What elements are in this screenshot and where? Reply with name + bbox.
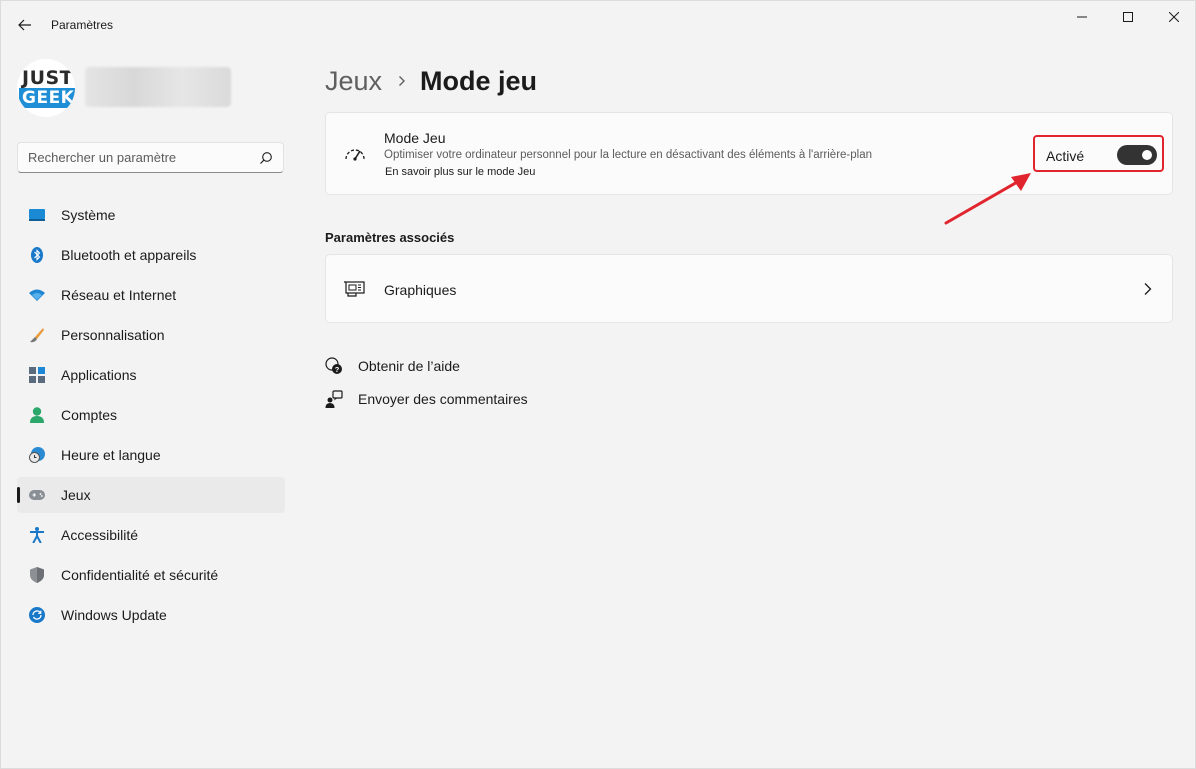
get-help-link[interactable]: ? Obtenir de l’aide: [325, 355, 460, 377]
close-button[interactable]: [1151, 1, 1196, 33]
sidebar-nav: Système Bluetooth et appareils Réseau et…: [17, 197, 285, 637]
minimize-button[interactable]: [1059, 1, 1105, 33]
sidebar-item-network[interactable]: Réseau et Internet: [17, 277, 285, 313]
breadcrumb: Jeux Mode jeu: [325, 61, 537, 101]
page-title: Mode jeu: [420, 65, 538, 96]
toggle-knob: [1142, 150, 1152, 160]
apps-icon: [29, 367, 45, 383]
chevron-right-icon: [1144, 283, 1152, 295]
sidebar-item-label: Réseau et Internet: [61, 287, 177, 303]
sidebar-item-label: Bluetooth et appareils: [61, 247, 197, 263]
back-button[interactable]: [13, 13, 37, 37]
toggle-state-label: Activé: [1046, 148, 1085, 164]
wifi-icon: [29, 287, 45, 303]
profile-section[interactable]: JUST GEEK: [17, 59, 287, 119]
feedback-icon: [325, 390, 343, 408]
logo-text-bottom: GEEK: [19, 88, 75, 108]
search-box: [17, 142, 284, 173]
annotation-arrow-icon: [944, 173, 1031, 225]
maximize-icon: [1123, 12, 1133, 22]
sidebar-item-windows-update[interactable]: Windows Update: [17, 597, 285, 633]
graphics-label: Graphiques: [384, 282, 457, 298]
settings-window: Paramètres JUST GEEK Système: [0, 0, 1196, 769]
accessibility-icon: [29, 527, 45, 543]
sidebar-item-apps[interactable]: Applications: [17, 357, 285, 393]
sidebar-item-accounts[interactable]: Comptes: [17, 397, 285, 433]
profile-name-blurred: [85, 67, 231, 107]
graphics-card[interactable]: Graphiques: [325, 254, 1173, 323]
maximize-button[interactable]: [1105, 1, 1151, 33]
avatar: JUST GEEK: [17, 59, 75, 117]
sidebar-item-label: Applications: [61, 367, 137, 383]
brush-icon: [29, 327, 45, 343]
help-icon: ?: [325, 357, 343, 375]
shield-icon: [29, 567, 45, 583]
system-icon: [29, 207, 45, 223]
sidebar-item-time-language[interactable]: Heure et langue: [17, 437, 285, 473]
close-icon: [1169, 12, 1179, 22]
search-input[interactable]: [18, 143, 248, 172]
back-arrow-icon: [18, 19, 31, 31]
game-mode-title: Mode Jeu: [384, 130, 446, 146]
chevron-right-icon: [398, 75, 406, 87]
sidebar-item-label: Personnalisation: [61, 327, 165, 343]
account-icon: [29, 407, 45, 423]
logo-text-top: JUST: [22, 67, 74, 89]
send-feedback-link[interactable]: Envoyer des commentaires: [325, 388, 528, 410]
sidebar-item-gaming[interactable]: Jeux: [17, 477, 285, 513]
bluetooth-icon: [29, 247, 45, 263]
sidebar-item-label: Système: [61, 207, 116, 223]
update-icon: [29, 607, 45, 623]
get-help-label: Obtenir de l’aide: [358, 358, 460, 374]
gamepad-icon: [29, 487, 45, 503]
sidebar-item-accessibility[interactable]: Accessibilité: [17, 517, 285, 553]
sidebar-item-label: Confidentialité et sécurité: [61, 567, 219, 583]
sidebar-item-label: Accessibilité: [61, 527, 139, 543]
search-icon[interactable]: [259, 151, 273, 165]
title-bar: Paramètres: [1, 1, 1196, 49]
sidebar-item-system[interactable]: Système: [17, 197, 285, 233]
send-feedback-label: Envoyer des commentaires: [358, 391, 528, 407]
sidebar-item-label: Heure et langue: [61, 447, 161, 463]
breadcrumb-parent-link[interactable]: Jeux: [325, 66, 382, 97]
game-mode-toggle[interactable]: [1117, 145, 1157, 165]
sidebar-item-bluetooth[interactable]: Bluetooth et appareils: [17, 237, 285, 273]
sidebar-item-personalization[interactable]: Personnalisation: [17, 317, 285, 353]
graphics-card-icon: [344, 281, 365, 297]
sidebar-item-privacy[interactable]: Confidentialité et sécurité: [17, 557, 285, 593]
related-settings-heading: Paramètres associés: [325, 230, 455, 245]
minimize-icon: [1077, 16, 1087, 18]
speedometer-icon: [345, 149, 365, 161]
sidebar-item-label: Comptes: [61, 407, 118, 423]
learn-more-link[interactable]: En savoir plus sur le mode Jeu: [385, 166, 535, 178]
game-mode-card: Mode Jeu Optimiser votre ordinateur pers…: [325, 112, 1173, 195]
toggle-highlight: Activé: [1033, 135, 1164, 172]
sidebar-item-label: Windows Update: [61, 607, 167, 623]
game-mode-description: Optimiser votre ordinateur personnel pou…: [384, 149, 873, 161]
svg-text:?: ?: [335, 365, 340, 374]
sidebar-item-label: Jeux: [61, 487, 91, 503]
app-title: Paramètres: [51, 18, 114, 32]
clock-globe-icon: [29, 447, 45, 463]
